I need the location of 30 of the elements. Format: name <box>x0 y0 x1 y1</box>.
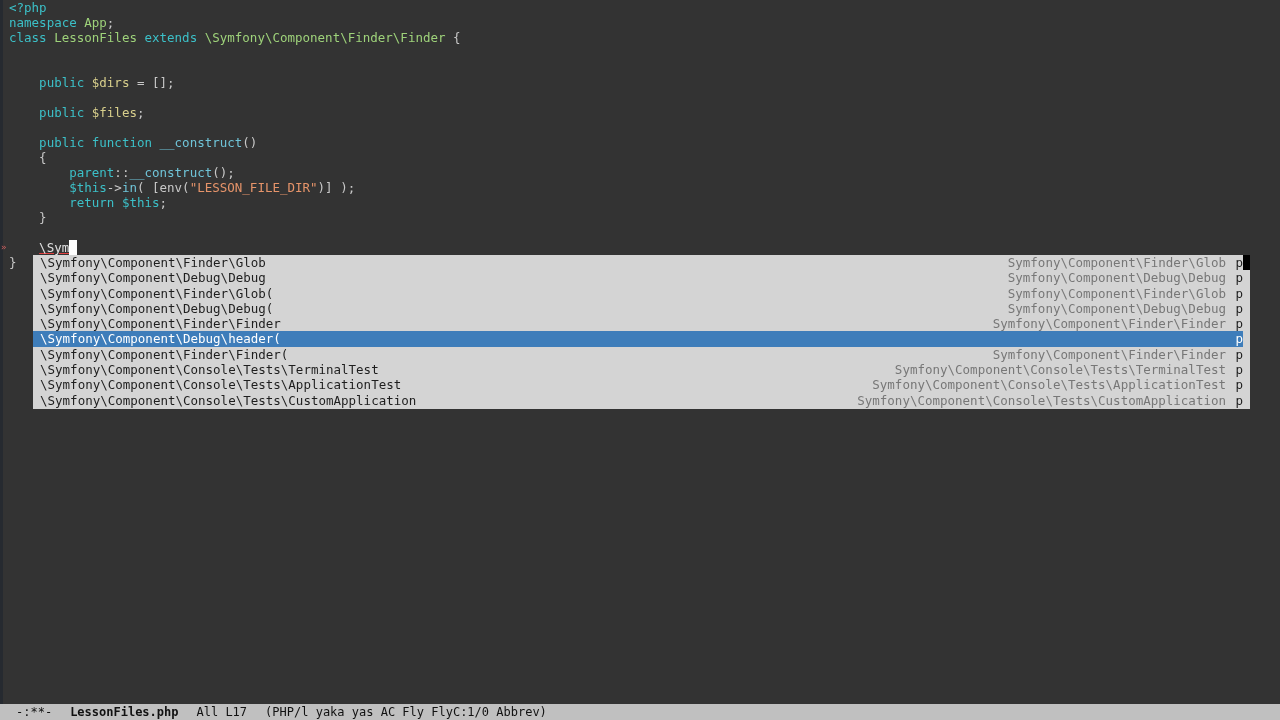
completion-item[interactable]: \Symfony\Component\Debug\header( p <box>33 331 1243 347</box>
completion-item[interactable]: \Symfony\Component\Finder\Finder Symfony\Component\Finder\Finder p <box>33 316 1243 332</box>
code-line: namespace App; <box>9 15 115 30</box>
buffer-status: -:**- <box>16 704 53 720</box>
completion-item[interactable]: \Symfony\Component\Console\Tests\TerminalTest Symfony\Component\Console\Tests\TerminalTest p <box>33 362 1243 378</box>
completion-item[interactable]: \Symfony\Component\Debug\Debug( Symfony\Component\Debug\Debug p <box>33 300 1243 317</box>
code-line: $this->in( [env("LESSON_FILE_DIR")] ); <box>68 180 356 195</box>
fringe-marker: » <box>1 241 7 254</box>
code-line: \Sym <box>38 240 70 255</box>
completion-item[interactable]: \Symfony\Component\Finder\Glob Symfony\Component\Finder\Glob p <box>33 255 1243 271</box>
code-line: } <box>38 210 47 225</box>
code-line: return $this; <box>68 195 168 210</box>
code-line: } <box>9 255 17 270</box>
code-line: { <box>38 150 47 165</box>
completion-item[interactable]: \Symfony\Component\Debug\Debug Symfony\Component\Debug\Debug p <box>33 270 1243 286</box>
code-line: parent::__construct(); <box>68 165 235 180</box>
text-cursor <box>69 240 77 255</box>
popup-scrollbar[interactable] <box>1243 255 1250 270</box>
code-line: <?php <box>9 0 47 15</box>
code-line: public $files; <box>38 105 145 120</box>
code-line: public $dirs = []; <box>38 75 175 90</box>
completion-item[interactable]: \Symfony\Component\Console\Tests\ApplicationTest Symfony\Component\Console\Tests\ApplicationTest p <box>33 377 1243 393</box>
code-line: class LessonFiles extends \Symfony\Component\Finder\Finder { <box>9 30 461 45</box>
completion-item[interactable]: \Symfony\Component\Finder\Finder( Symfony\Component\Finder\Finder p <box>33 346 1243 363</box>
line-position: All L17 <box>196 704 248 720</box>
buffer-name: LessonFiles.php <box>70 704 179 720</box>
mode-list: (PHP/l yaka yas AC Fly FlyC:1/0 Abbrev) <box>265 704 547 720</box>
completion-item[interactable]: \Symfony\Component\Console\Tests\CustomApplication Symfony\Component\Console\Tests\CustomApplication p <box>33 392 1243 408</box>
code-line: public function __construct() <box>38 135 258 150</box>
completion-item[interactable]: \Symfony\Component\Finder\Glob( Symfony\Component\Finder\Glob p <box>33 285 1243 301</box>
